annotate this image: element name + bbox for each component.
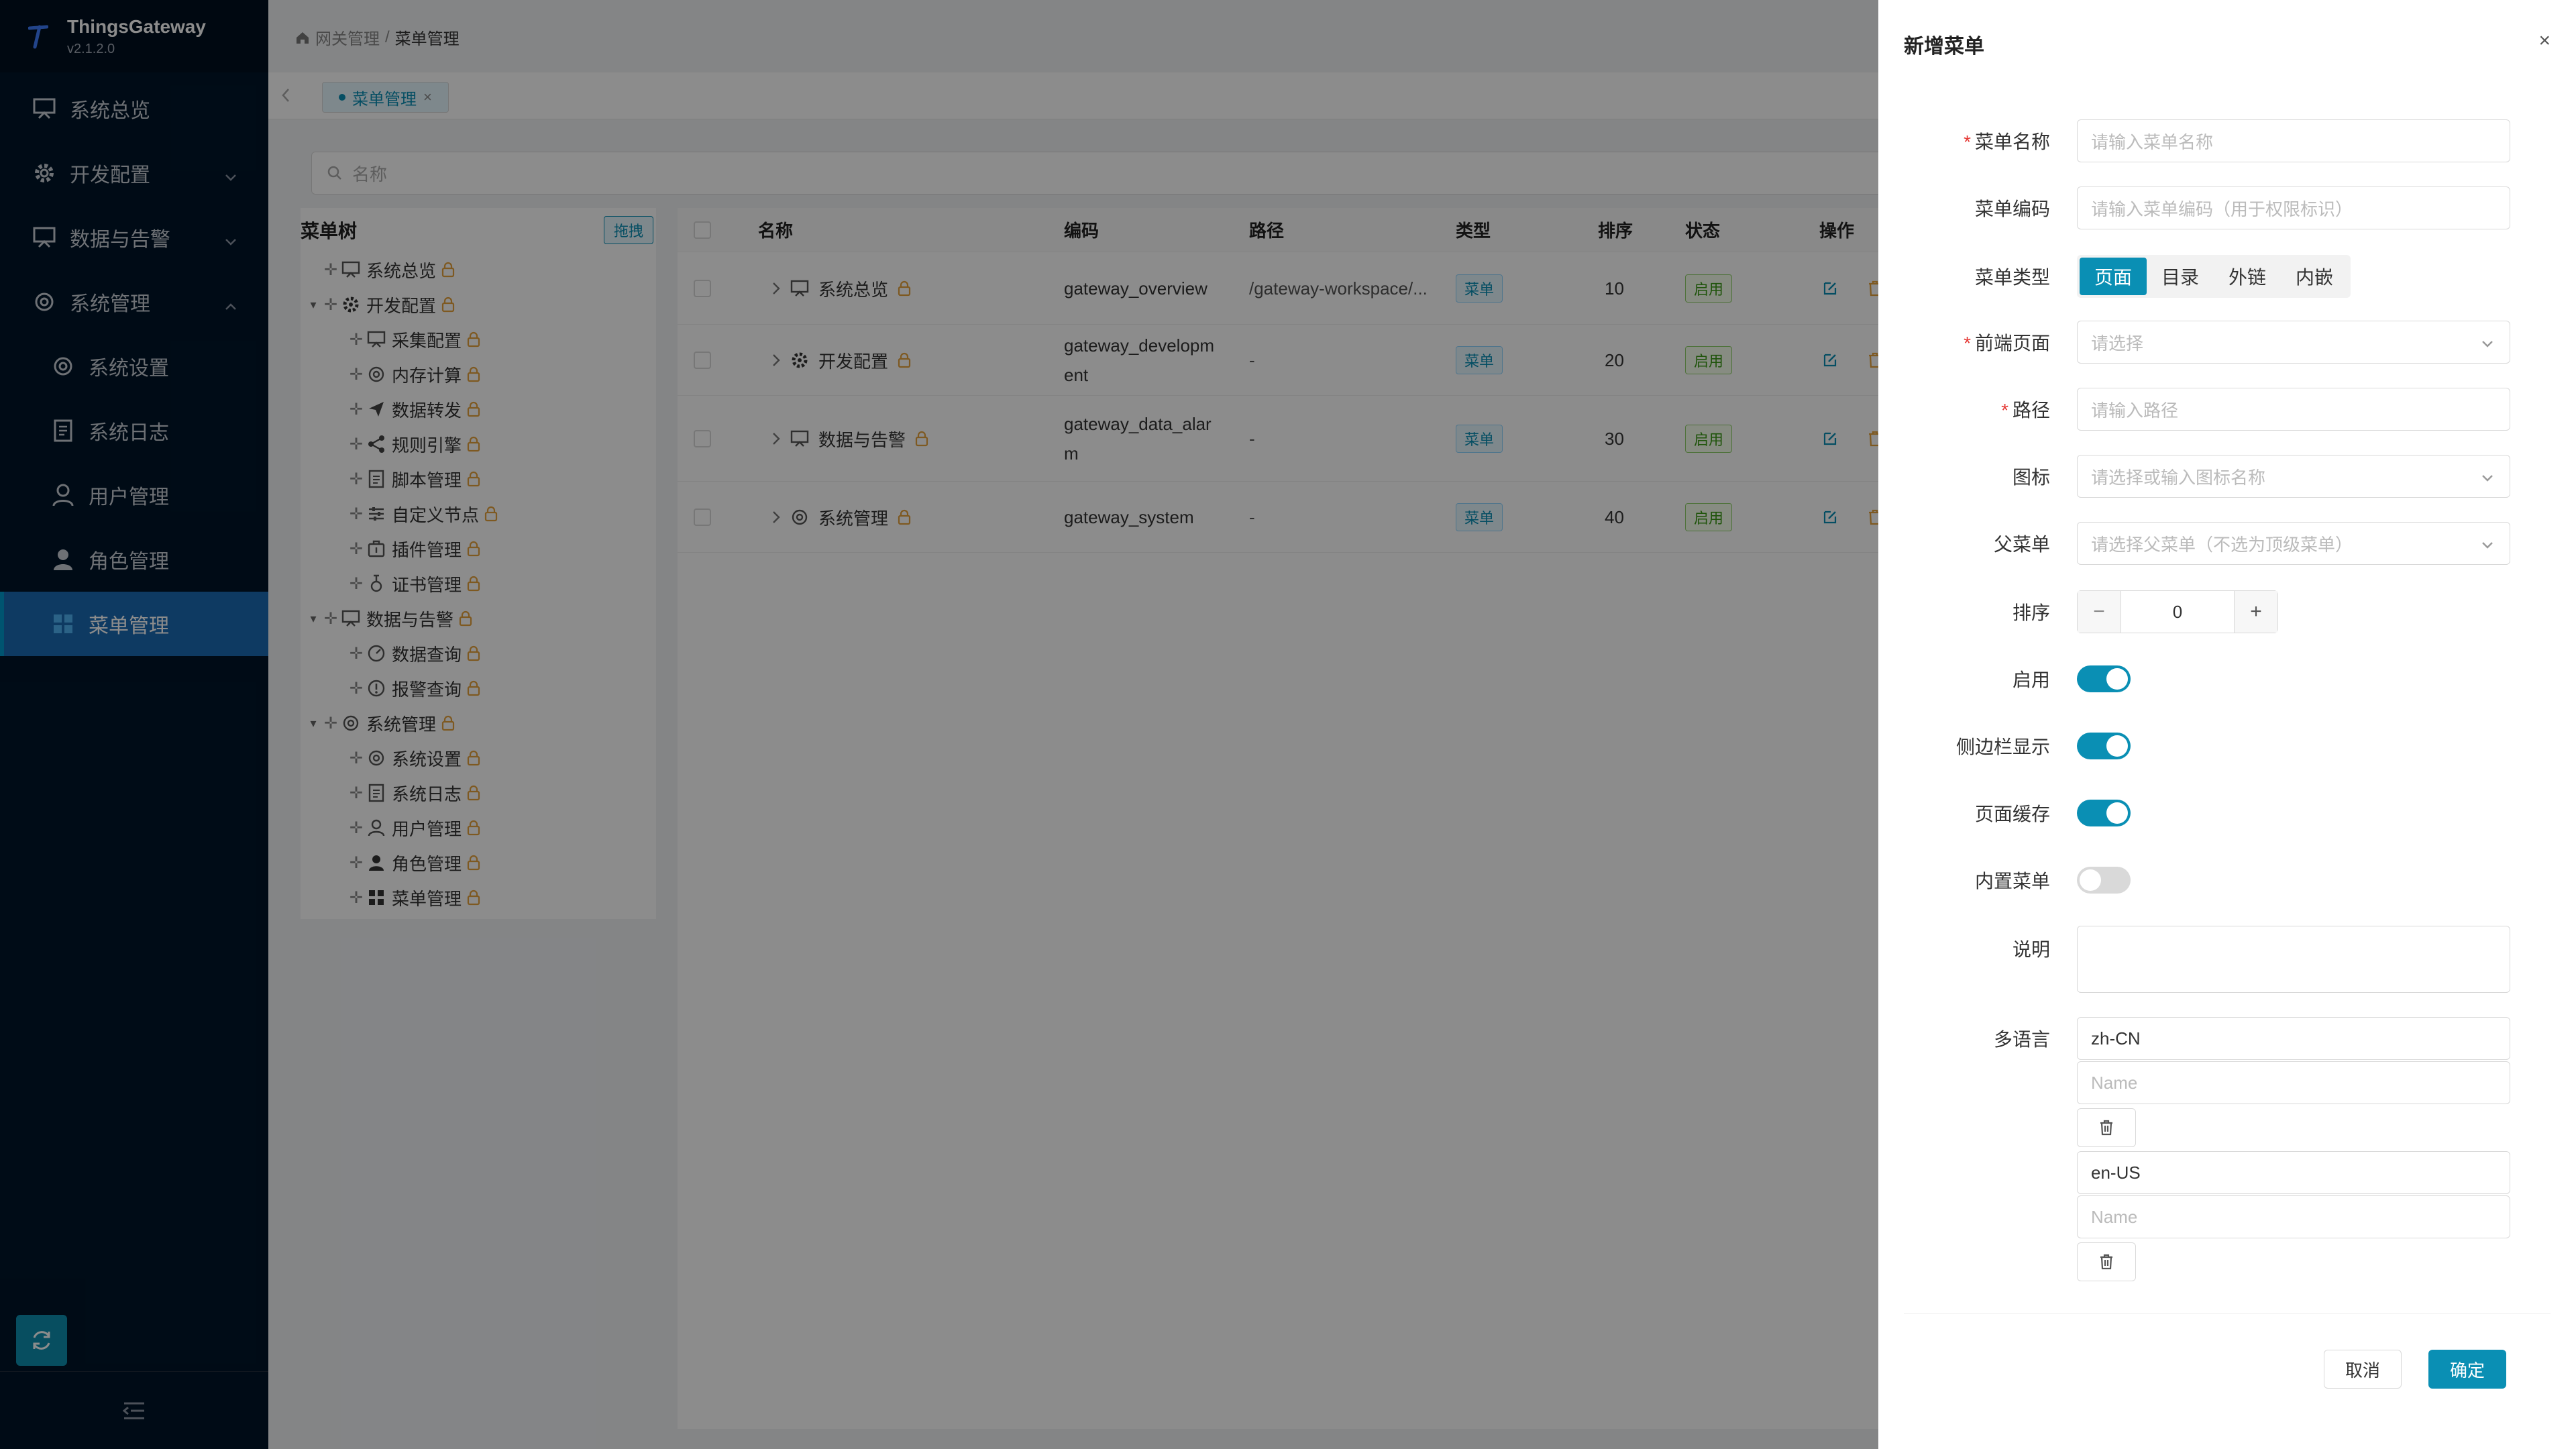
- page-cache-toggle[interactable]: [2077, 800, 2131, 826]
- lang-name-row-2: Name: [1878, 1195, 2576, 1238]
- description-textarea[interactable]: [2077, 926, 2510, 993]
- field-label: 页面缓存: [1974, 804, 2050, 824]
- trash-icon: [2100, 1254, 2112, 1270]
- required-mark: *: [1964, 131, 1971, 152]
- chevron-down-icon: [2480, 536, 2495, 557]
- icon-select[interactable]: 请选择或输入图标名称: [2077, 455, 2510, 498]
- field-enabled: 启用: [1878, 664, 2576, 694]
- required-mark: *: [1964, 333, 1971, 354]
- path-input[interactable]: 请输入路径: [2077, 388, 2510, 431]
- field-label: 侧边栏显示: [1955, 737, 2050, 757]
- field-label: 排序: [2012, 602, 2050, 623]
- field-type: 菜单类型 页面 目录 外链 内嵌: [1878, 255, 2576, 298]
- delete-language-button[interactable]: [2077, 1108, 2136, 1147]
- field-label: 路径: [2012, 400, 2050, 421]
- trash-icon: [2100, 1120, 2112, 1136]
- menu-name-input[interactable]: 请输入菜单名称: [2077, 119, 2510, 162]
- type-option-link[interactable]: 外链: [2214, 258, 2281, 295]
- field-code: 菜单编码 请输入菜单编码（用于权限标识）: [1878, 186, 2576, 229]
- increment-button[interactable]: +: [2235, 591, 2277, 633]
- field-label: 启用: [2012, 669, 2050, 690]
- field-page: * 前端页面 请选择: [1878, 321, 2576, 364]
- menu-type-segmented: 页面 目录 外链 内嵌: [2077, 255, 2351, 298]
- field-label: 多语言: [1993, 1029, 2050, 1050]
- chevron-down-icon: [2480, 335, 2495, 356]
- field-order: 排序 − 0 +: [1878, 590, 2576, 633]
- field-label: 菜单编码: [1974, 199, 2050, 219]
- field-sidebar: 侧边栏显示: [1878, 731, 2576, 761]
- lang-delete-row-2: [1878, 1242, 2576, 1281]
- field-label: 菜单类型: [1974, 267, 2050, 288]
- type-option-page[interactable]: 页面: [2080, 258, 2147, 295]
- frontend-page-select[interactable]: 请选择: [2077, 321, 2510, 364]
- toggle-knob: [2106, 802, 2128, 824]
- field-label: 内置菜单: [1974, 871, 2050, 892]
- type-option-embed[interactable]: 内嵌: [2281, 258, 2348, 295]
- menu-code-input[interactable]: 请输入菜单编码（用于权限标识）: [2077, 186, 2510, 229]
- drawer-title: 新增菜单: [1904, 36, 1984, 58]
- type-option-directory[interactable]: 目录: [2147, 258, 2214, 295]
- confirm-button[interactable]: 确定: [2428, 1350, 2506, 1389]
- order-stepper: − 0 +: [2077, 590, 2278, 633]
- toggle-knob: [2080, 869, 2101, 891]
- field-cache: 页面缓存: [1878, 798, 2576, 828]
- lang-delete-row: [1878, 1108, 2576, 1147]
- chevron-down-icon: [2480, 469, 2495, 490]
- required-mark: *: [2001, 400, 2008, 421]
- field-builtin: 内置菜单: [1878, 865, 2576, 895]
- delete-language-button[interactable]: [2077, 1242, 2136, 1281]
- field-label: 菜单名称: [1974, 131, 2050, 152]
- builtin-menu-toggle[interactable]: [2077, 867, 2131, 894]
- drawer-footer-divider: [1904, 1313, 2551, 1314]
- language-code-input[interactable]: zh-CN: [2077, 1017, 2510, 1060]
- sidebar-visible-toggle[interactable]: [2077, 733, 2131, 759]
- field-parent: 父菜单 请选择父菜单（不选为顶级菜单）: [1878, 522, 2576, 565]
- field-label: 说明: [2012, 939, 2050, 960]
- language-code-input[interactable]: en-US: [2077, 1151, 2510, 1194]
- field-icon: 图标 请选择或输入图标名称: [1878, 455, 2576, 498]
- decrement-button[interactable]: −: [2078, 591, 2121, 633]
- cancel-button[interactable]: 取消: [2324, 1350, 2402, 1389]
- toggle-knob: [2106, 735, 2128, 757]
- field-desc: 说明: [1878, 926, 2576, 993]
- language-name-input[interactable]: Name: [2077, 1061, 2510, 1104]
- lang-code-row-2: en-US: [1878, 1151, 2576, 1194]
- field-path: * 路径 请输入路径: [1878, 388, 2576, 431]
- field-label: 图标: [2012, 467, 2050, 488]
- add-menu-drawer: 新增菜单 × * 菜单名称 请输入菜单名称 菜单编码 请输入菜单编码（用于权限标识…: [1878, 0, 2576, 1449]
- field-label: 前端页面: [1974, 333, 2050, 354]
- enabled-toggle[interactable]: [2077, 665, 2131, 692]
- toggle-knob: [2106, 668, 2128, 690]
- field-i18n: 多语言 zh-CN: [1878, 1017, 2576, 1060]
- close-icon[interactable]: ×: [2538, 30, 2551, 52]
- parent-menu-select[interactable]: 请选择父菜单（不选为顶级菜单）: [2077, 522, 2510, 565]
- language-name-input[interactable]: Name: [2077, 1195, 2510, 1238]
- order-value[interactable]: 0: [2121, 591, 2235, 633]
- field-name: * 菜单名称 请输入菜单名称: [1878, 119, 2576, 162]
- lang-name-row: Name: [1878, 1061, 2576, 1104]
- modal-mask[interactable]: [0, 0, 1878, 1449]
- field-label: 父菜单: [1993, 534, 2050, 555]
